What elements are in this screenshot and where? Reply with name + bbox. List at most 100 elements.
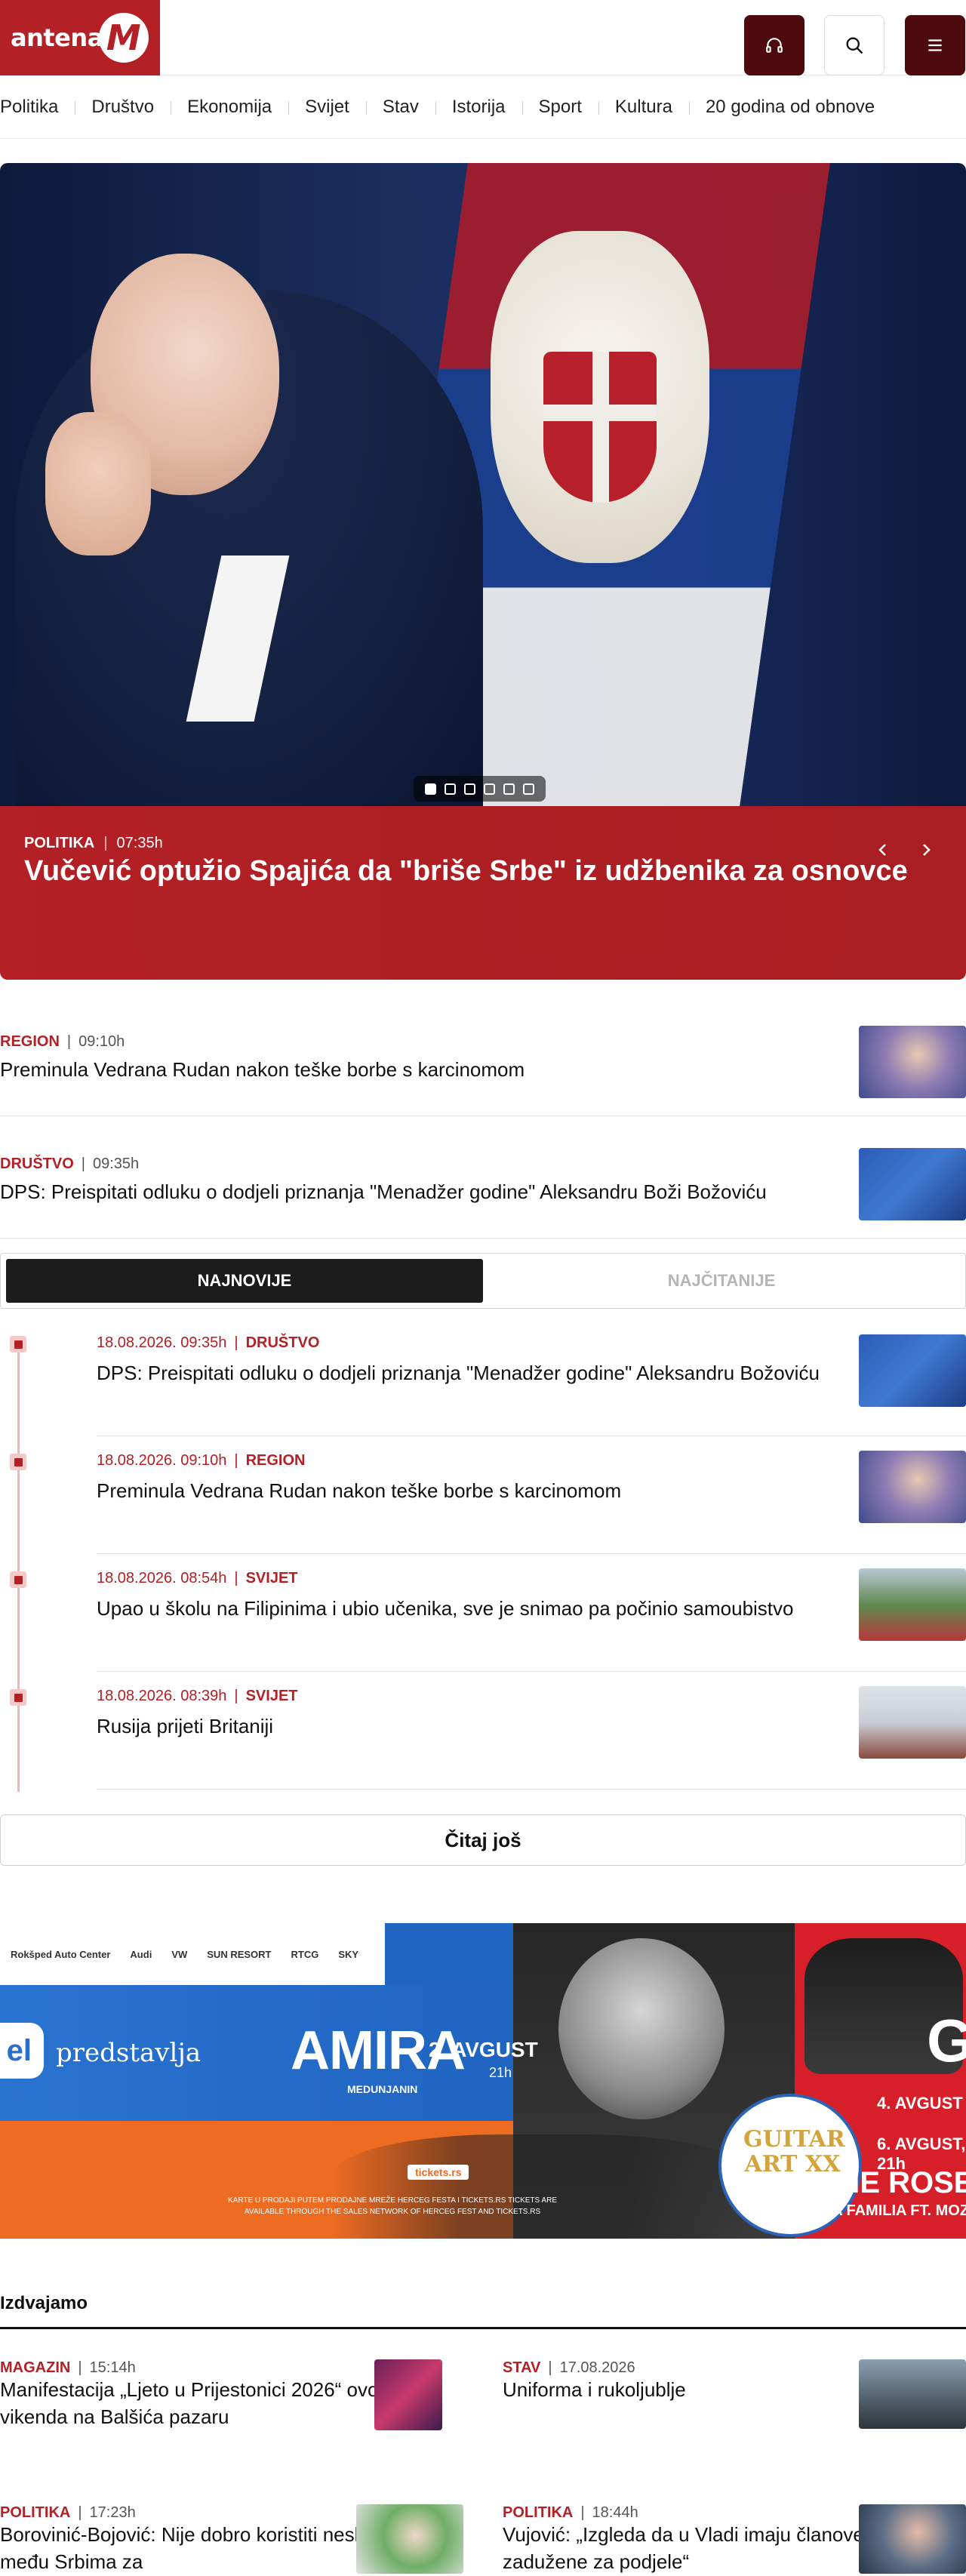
banner-right-band: THE ROSENB [820, 2166, 966, 2199]
timeline-datetime: 18.08.2026. 08:39h [97, 1688, 227, 1704]
slider-dot[interactable] [523, 783, 534, 795]
news-item[interactable]: REGION | 09:10h Preminula Vedrana Rudan … [0, 994, 966, 1116]
timeline-thumbnail[interactable] [859, 1334, 966, 1407]
card-title[interactable]: Manifestacija „Ljeto u Prijestonici 2026… [0, 2378, 389, 2428]
performer-photo [558, 1938, 724, 2119]
menu-button[interactable] [905, 15, 965, 75]
sponsor-strip: Rokšped Auto Center Audi VW SUN RESORT R… [0, 1923, 385, 1985]
nav-item-ekonomija[interactable]: Ekonomija [171, 97, 288, 118]
timeline-title[interactable]: Rusija prijeti Britaniji [97, 1713, 844, 1740]
hero-meta: POLITIKA | 07:35h [24, 835, 942, 852]
section-divider [0, 2327, 966, 2329]
hand-shape [45, 412, 151, 556]
search-button[interactable] [824, 15, 884, 75]
timeline-line [17, 1339, 20, 1792]
timeline-category[interactable]: REGION [246, 1452, 306, 1470]
card-category[interactable]: POLITIKA [503, 2504, 573, 2522]
hero-category[interactable]: POLITIKA [24, 835, 94, 852]
separator: | [548, 2359, 552, 2376]
latest-news-timeline: 18.08.2026. 09:35h | DRUŠTVO DPS: Preisp… [0, 1309, 966, 1792]
festival-banner[interactable]: Rokšped Auto Center Audi VW SUN RESORT R… [0, 1923, 966, 2239]
card-thumbnail[interactable] [356, 2504, 463, 2574]
hero-slider: POLITIKA | 07:35h Vučević optužio Spajić… [0, 163, 966, 980]
card-title[interactable]: Borovinić-Bojović: Nije dobro koristiti … [0, 2523, 392, 2573]
timeline-category[interactable]: SVIJET [246, 1570, 298, 1587]
nav-item-drustvo[interactable]: Društvo [75, 97, 171, 118]
timeline-category[interactable]: SVIJET [246, 1688, 298, 1705]
chevron-left-icon [878, 844, 886, 856]
slider-dot[interactable] [484, 783, 495, 795]
timeline-thumbnail[interactable] [859, 1451, 966, 1523]
sponsor-logo: SUN RESORT [207, 1948, 272, 1960]
cross-shape [592, 352, 609, 503]
card-thumbnail[interactable] [859, 2504, 966, 2574]
nav-item-sport[interactable]: Sport [521, 97, 598, 118]
news-title[interactable]: DPS: Preispitati odluku o dodjeli prizna… [0, 1180, 815, 1205]
nav-item-stav[interactable]: Stav [365, 97, 435, 118]
section-title-featured: Izdvajamo [0, 2293, 88, 2313]
timeline-marker [10, 1571, 26, 1588]
card-title[interactable]: Uniforma i rukoljublje [503, 2378, 686, 2401]
listen-button[interactable] [744, 15, 804, 75]
featured-card[interactable]: STAV | 17.08.2026 Uniforma i rukoljublje [503, 2359, 966, 2429]
slider-dot[interactable] [445, 783, 456, 795]
card-category[interactable]: POLITIKA [0, 2504, 70, 2522]
featured-card[interactable]: POLITIKA | 18:44h Vujović: „Izgleda da u… [503, 2504, 966, 2576]
nav-item-kultura[interactable]: Kultura [598, 97, 689, 118]
news-thumbnail[interactable] [859, 1026, 966, 1098]
chevron-right-icon [923, 844, 931, 856]
nav-item-svijet[interactable]: Svijet [288, 97, 366, 118]
nav-item-20-godina[interactable]: 20 godina od obnove [688, 97, 891, 118]
separator: | [234, 1334, 238, 1351]
headphones-icon [766, 38, 783, 53]
category-nav: Politika Društvo Ekonomija Svijet Stav I… [0, 75, 966, 139]
card-thumbnail[interactable] [374, 2359, 442, 2430]
featured-card[interactable]: POLITIKA | 17:23h Borovinić-Bojović: Nij… [0, 2504, 463, 2576]
site-logo[interactable]: antena M [0, 0, 160, 75]
timeline-title[interactable]: Upao u školu na Filipinima i ubio učenik… [97, 1596, 844, 1623]
slider-dot[interactable] [503, 783, 515, 795]
slider-dot[interactable] [425, 783, 436, 795]
news-thumbnail[interactable] [859, 1148, 966, 1220]
separator: | [78, 2359, 82, 2376]
timeline-thumbnail[interactable] [859, 1568, 966, 1641]
separator: | [234, 1452, 238, 1469]
hero-image[interactable] [0, 163, 966, 806]
headliner-date: 2. AVGUST [429, 2038, 538, 2061]
timeline-title[interactable]: DPS: Preispitati odluku o dodjeli prizna… [97, 1360, 844, 1387]
card-category[interactable]: MAGAZIN [0, 2359, 70, 2377]
news-title[interactable]: Preminula Vedrana Rudan nakon teške borb… [0, 1057, 815, 1083]
sponsor-logo: Audi [130, 1948, 152, 1960]
timeline-category[interactable]: DRUŠTVO [246, 1334, 320, 1352]
top-news-list: REGION | 09:10h Preminula Vedrana Rudan … [0, 994, 966, 1239]
timeline-datetime: 18.08.2026. 08:54h [97, 1570, 227, 1587]
news-category[interactable]: REGION [0, 1033, 60, 1051]
news-category[interactable]: DRUŠTVO [0, 1156, 74, 1173]
sponsor-logo: VW [171, 1948, 188, 1960]
card-category[interactable]: STAV [503, 2359, 540, 2377]
separator: | [234, 1570, 238, 1587]
card-title[interactable]: Vujović: „Izgleda da u Vladi imaju člano… [503, 2523, 864, 2573]
slider-next-button[interactable] [911, 835, 941, 865]
slider-dot[interactable] [464, 783, 475, 795]
card-thumbnail[interactable] [859, 2359, 966, 2429]
tab-latest[interactable]: NAJNOVIJE [6, 1259, 483, 1303]
news-item[interactable]: DRUŠTVO | 09:35h DPS: Preispitati odluku… [0, 1116, 966, 1239]
logo-mark: M [98, 13, 149, 63]
card-meta: MAGAZIN | 15:14h [0, 2359, 438, 2377]
divider [97, 1671, 966, 1672]
nav-item-politika[interactable]: Politika [0, 97, 75, 118]
timeline-thumbnail[interactable] [859, 1686, 966, 1759]
timeline-meta: 18.08.2026. 09:10h | REGION [97, 1452, 306, 1470]
hero-title[interactable]: Vučević optužio Spajića da "briše Srbe" … [24, 855, 908, 887]
separator: | [81, 1156, 85, 1172]
timeline-marker [10, 1336, 26, 1353]
tab-most-read[interactable]: NAJČITANIJE [483, 1259, 960, 1303]
timeline-meta: 18.08.2026. 08:39h | SVIJET [97, 1688, 298, 1705]
nav-item-istorija[interactable]: Istorija [435, 97, 522, 118]
read-more-button[interactable]: Čitaj još [0, 1814, 966, 1866]
timeline-title[interactable]: Preminula Vedrana Rudan nakon teške borb… [97, 1478, 844, 1505]
sponsor-logo: RTCG [291, 1948, 319, 1960]
featured-card[interactable]: MAGAZIN | 15:14h Manifestacija „Ljeto u … [0, 2359, 442, 2431]
slider-prev-button[interactable] [868, 835, 898, 865]
